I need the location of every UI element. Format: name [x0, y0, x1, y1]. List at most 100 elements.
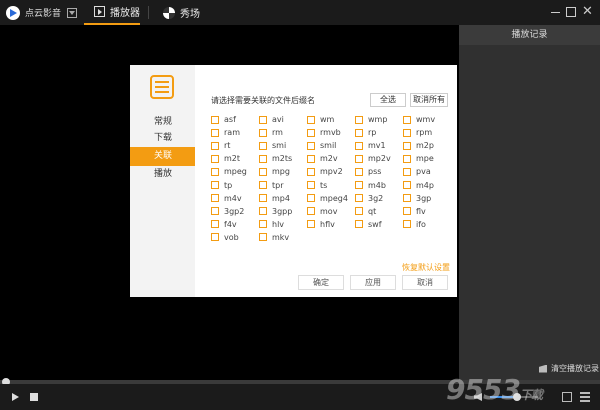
extension-checkbox[interactable]	[403, 167, 411, 176]
extension-checkbox[interactable]	[259, 141, 267, 150]
extension-option[interactable]: mpg	[259, 165, 307, 178]
extension-checkbox[interactable]	[307, 220, 315, 229]
extension-checkbox[interactable]	[355, 194, 363, 203]
extension-option[interactable]: rpm	[403, 126, 451, 139]
deselect-all-button[interactable]: 取消所有	[410, 93, 448, 107]
tab-show[interactable]: 秀场	[163, 0, 200, 25]
extension-option[interactable]: rt	[211, 139, 259, 152]
extension-option[interactable]: 3g2	[355, 192, 403, 205]
extension-checkbox[interactable]	[355, 141, 363, 150]
extension-checkbox[interactable]	[259, 207, 267, 216]
close-button[interactable]: ✕	[582, 5, 594, 18]
extension-option[interactable]: m4b	[355, 178, 403, 191]
extension-checkbox[interactable]	[403, 154, 411, 163]
extension-option[interactable]: m4p	[403, 178, 451, 191]
extension-option[interactable]: flv	[403, 205, 451, 218]
extension-option[interactable]: mv1	[355, 139, 403, 152]
extension-option[interactable]: wmp	[355, 113, 403, 126]
extension-option[interactable]: qt	[355, 205, 403, 218]
nav-item-download[interactable]: 下载	[130, 129, 195, 148]
extension-option[interactable]: mp4	[259, 192, 307, 205]
extension-option[interactable]: rm	[259, 126, 307, 139]
extension-checkbox[interactable]	[259, 115, 267, 124]
extension-option[interactable]: m2p	[403, 139, 451, 152]
extension-checkbox[interactable]	[307, 154, 315, 163]
nav-item-association[interactable]: 关联	[130, 147, 195, 166]
extension-checkbox[interactable]	[403, 128, 411, 137]
extension-checkbox[interactable]	[307, 141, 315, 150]
extension-option[interactable]: mpv2	[307, 165, 355, 178]
extension-option[interactable]: rmvb	[307, 126, 355, 139]
extension-option[interactable]: pss	[355, 165, 403, 178]
extension-checkbox[interactable]	[355, 128, 363, 137]
extension-checkbox[interactable]	[355, 115, 363, 124]
stop-button[interactable]	[30, 393, 38, 401]
apply-button[interactable]: 应用	[350, 275, 396, 290]
extension-option[interactable]: mpe	[403, 152, 451, 165]
extension-checkbox[interactable]	[403, 181, 411, 190]
extension-option[interactable]: m4v	[211, 192, 259, 205]
extension-option[interactable]: 3gpp	[259, 205, 307, 218]
play-button[interactable]	[12, 393, 19, 401]
extension-option[interactable]: m2ts	[259, 152, 307, 165]
nav-item-playback[interactable]: 播放	[130, 165, 195, 184]
extension-option[interactable]: smil	[307, 139, 355, 152]
extension-option[interactable]: vob	[211, 231, 259, 244]
extension-option[interactable]: m2v	[307, 152, 355, 165]
extension-option[interactable]: mp2v	[355, 152, 403, 165]
extension-checkbox[interactable]	[307, 207, 315, 216]
minimize-button[interactable]	[550, 6, 562, 18]
extension-checkbox[interactable]	[211, 220, 219, 229]
extension-checkbox[interactable]	[211, 167, 219, 176]
fullscreen-icon[interactable]	[562, 392, 572, 402]
cancel-button[interactable]: 取消	[402, 275, 448, 290]
restore-defaults-link[interactable]: 恢复默认设置	[402, 262, 450, 273]
extension-checkbox[interactable]	[211, 233, 219, 242]
extension-option[interactable]: rp	[355, 126, 403, 139]
extension-option[interactable]: avi	[259, 113, 307, 126]
extension-checkbox[interactable]	[403, 194, 411, 203]
extension-checkbox[interactable]	[307, 167, 315, 176]
extension-checkbox[interactable]	[355, 207, 363, 216]
maximize-button[interactable]	[566, 7, 576, 17]
extension-option[interactable]: mkv	[259, 231, 307, 244]
ok-button[interactable]: 确定	[298, 275, 344, 290]
extension-checkbox[interactable]	[211, 141, 219, 150]
extension-option[interactable]: ram	[211, 126, 259, 139]
extension-checkbox[interactable]	[259, 128, 267, 137]
extension-checkbox[interactable]	[259, 181, 267, 190]
extension-checkbox[interactable]	[403, 141, 411, 150]
extension-option[interactable]: wm	[307, 113, 355, 126]
extension-option[interactable]: hflv	[307, 218, 355, 231]
extension-checkbox[interactable]	[259, 220, 267, 229]
extension-checkbox[interactable]	[307, 115, 315, 124]
extension-checkbox[interactable]	[211, 154, 219, 163]
tab-player[interactable]: 播放器	[84, 0, 140, 25]
extension-checkbox[interactable]	[211, 194, 219, 203]
extension-checkbox[interactable]	[307, 194, 315, 203]
extension-option[interactable]: mpeg4	[307, 192, 355, 205]
extension-checkbox[interactable]	[211, 207, 219, 216]
extension-option[interactable]: tp	[211, 178, 259, 191]
extension-checkbox[interactable]	[307, 181, 315, 190]
extension-option[interactable]: 3gp	[403, 192, 451, 205]
extension-option[interactable]: swf	[355, 218, 403, 231]
extension-option[interactable]: tpr	[259, 178, 307, 191]
extension-checkbox[interactable]	[211, 128, 219, 137]
extension-checkbox[interactable]	[211, 181, 219, 190]
extension-checkbox[interactable]	[355, 220, 363, 229]
extension-checkbox[interactable]	[355, 154, 363, 163]
extension-checkbox[interactable]	[307, 128, 315, 137]
extension-option[interactable]: pva	[403, 165, 451, 178]
extension-option[interactable]: asf	[211, 113, 259, 126]
extension-checkbox[interactable]	[259, 194, 267, 203]
extension-option[interactable]: mpeg	[211, 165, 259, 178]
extension-checkbox[interactable]	[403, 220, 411, 229]
extension-option[interactable]: smi	[259, 139, 307, 152]
menu-dropdown-icon[interactable]	[67, 7, 78, 18]
extension-checkbox[interactable]	[259, 154, 267, 163]
extension-option[interactable]: ifo	[403, 218, 451, 231]
extension-checkbox[interactable]	[355, 181, 363, 190]
extension-checkbox[interactable]	[259, 167, 267, 176]
select-all-button[interactable]: 全选	[370, 93, 406, 107]
